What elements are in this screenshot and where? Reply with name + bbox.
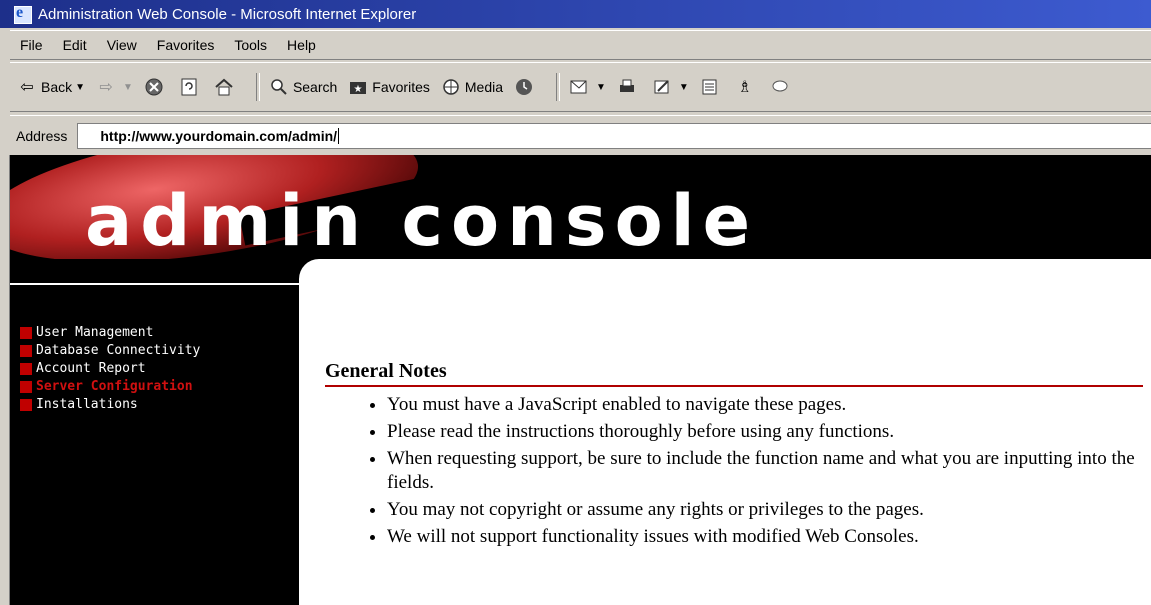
toolbar-separator (255, 73, 260, 101)
sidebar-item-label: Server Configuration (36, 379, 193, 394)
favorites-folder-icon: ★ (347, 76, 369, 98)
toolbar-separator (556, 73, 561, 101)
forward-dropdown-icon[interactable]: ▼ (123, 82, 133, 93)
refresh-icon (178, 76, 200, 98)
sidebar-item-account-report[interactable]: Account Report (20, 360, 200, 378)
messenger-button[interactable] (769, 76, 794, 98)
banner-logo-text: admin console (85, 180, 759, 259)
stop-button[interactable] (143, 76, 168, 98)
bullet-square-icon (20, 345, 32, 357)
menu-edit[interactable]: Edit (53, 37, 97, 53)
text-cursor (338, 127, 340, 144)
sidebar-item-label: Database Connectivity (36, 343, 201, 358)
mail-button[interactable]: ▼ (568, 76, 606, 98)
home-button[interactable] (213, 76, 238, 98)
research-icon: ♗ (737, 79, 752, 96)
media-button[interactable]: Media (440, 76, 503, 98)
sidebar-item-label: Installations (36, 397, 138, 412)
sidebar-item-label: Account Report (36, 361, 146, 376)
sidebar-item-label: User Management (36, 325, 154, 340)
window-title: Administration Web Console - Microsoft I… (38, 5, 417, 23)
menu-bar: File Edit View Favorites Tools Help (10, 30, 1151, 60)
menu-file[interactable]: File (10, 37, 53, 53)
search-icon (268, 76, 290, 98)
print-icon (616, 76, 638, 98)
back-label: Back (41, 79, 73, 95)
address-url: http://www.yourdomain.com/admin/ (100, 127, 338, 144)
search-button[interactable]: Search (268, 76, 337, 98)
research-button[interactable]: ♗ (734, 76, 759, 98)
edit-dropdown-icon[interactable]: ▼ (679, 82, 689, 93)
list-item: Please read the instructions thoroughly … (387, 420, 1143, 444)
home-icon (213, 76, 235, 98)
sidebar: User Management Database Connectivity Ac… (10, 259, 300, 605)
content-corner-curve (299, 259, 339, 299)
mail-icon (568, 76, 590, 98)
favorites-label: Favorites (372, 79, 430, 95)
list-item: We will not support functionality issues… (387, 525, 1143, 549)
list-item: When requesting support, be sure to incl… (387, 447, 1143, 495)
discuss-button[interactable] (699, 76, 724, 98)
media-globe-icon (440, 76, 462, 98)
bullet-square-icon (20, 399, 32, 411)
ie-logo-icon: e (12, 4, 32, 24)
mail-dropdown-icon[interactable]: ▼ (596, 82, 606, 93)
back-arrow-icon: ⇦ (20, 79, 34, 96)
bullet-square-icon (20, 381, 32, 393)
menu-help[interactable]: Help (277, 37, 326, 53)
window-title-bar[interactable]: e Administration Web Console - Microsoft… (0, 0, 1151, 28)
edit-button[interactable]: ▼ (651, 76, 689, 98)
media-label: Media (464, 79, 504, 95)
main-content: General Notes You must have a JavaScript… (325, 360, 1143, 552)
back-dropdown-icon[interactable]: ▼ (75, 82, 85, 93)
address-label: Address (16, 127, 68, 144)
sidebar-nav: User Management Database Connectivity Ac… (20, 324, 200, 414)
sidebar-item-installations[interactable]: Installations (20, 396, 200, 414)
list-item: You must have a JavaScript enabled to na… (387, 393, 1143, 417)
bullet-square-icon (20, 363, 32, 375)
svg-text:★: ★ (354, 84, 363, 95)
admin-console-banner: admin console (10, 155, 1151, 259)
sidebar-item-database-connectivity[interactable]: Database Connectivity (20, 342, 200, 360)
standard-toolbar: ⇦ Back ▼ ⇨ ▼ Search ★ Favorites Media ▼ … (10, 62, 1151, 112)
forward-arrow-icon: ⇨ (99, 79, 113, 96)
sidebar-divider (10, 283, 300, 285)
print-button[interactable] (616, 76, 641, 98)
sidebar-item-user-management[interactable]: User Management (20, 324, 200, 342)
menu-view[interactable]: View (97, 37, 147, 53)
bullet-square-icon (20, 327, 32, 339)
edit-icon (651, 76, 673, 98)
history-button[interactable] (513, 76, 538, 98)
messenger-icon (769, 76, 791, 98)
back-button[interactable]: ⇦ Back ▼ (16, 76, 85, 98)
sidebar-item-server-configuration[interactable]: Server Configuration (20, 378, 200, 396)
menu-favorites[interactable]: Favorites (147, 37, 225, 53)
stop-icon (143, 76, 165, 98)
address-input[interactable]: http://www.yourdomain.com/admin/ (77, 122, 1151, 149)
refresh-button[interactable] (178, 76, 203, 98)
discuss-icon (699, 76, 721, 98)
menu-tools[interactable]: Tools (224, 37, 277, 53)
notes-list: You must have a JavaScript enabled to na… (325, 393, 1143, 549)
favorites-button[interactable]: ★ Favorites (347, 76, 430, 98)
window-left-edge (0, 155, 10, 605)
forward-button[interactable]: ⇨ ▼ (95, 76, 133, 98)
browser-chrome: File Edit View Favorites Tools Help ⇦ Ba… (0, 28, 1151, 155)
search-label: Search (292, 79, 338, 95)
history-icon (513, 76, 535, 98)
general-notes-heading: General Notes (325, 360, 1143, 387)
list-item: You may not copyright or assume any righ… (387, 498, 1143, 522)
address-bar: Address http://www.yourdomain.com/admin/ (10, 115, 1151, 155)
